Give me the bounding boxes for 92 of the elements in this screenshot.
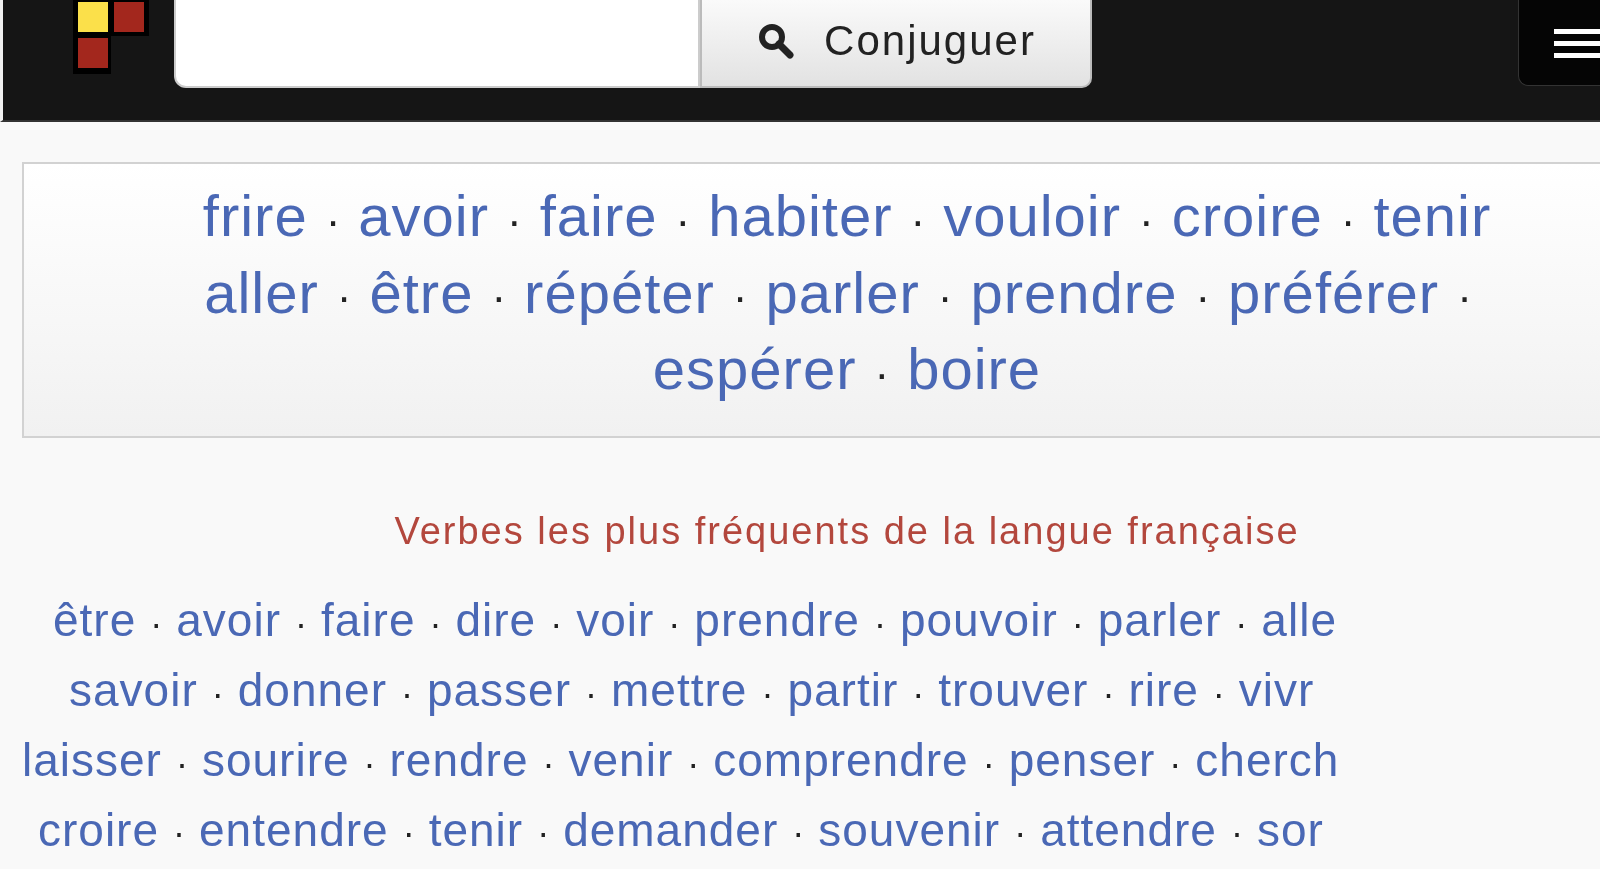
separator: · <box>585 672 598 714</box>
separator: · <box>336 272 352 322</box>
separator: · <box>175 742 188 784</box>
separator: · <box>363 742 376 784</box>
separator: · <box>173 812 186 854</box>
verb-link[interactable]: entendre <box>199 803 389 856</box>
separator: · <box>507 195 522 245</box>
separator: · <box>1139 195 1154 245</box>
verb-link[interactable]: aller <box>204 259 319 325</box>
separator: · <box>1102 672 1115 714</box>
verb-link[interactable]: venir <box>568 733 674 786</box>
separator: · <box>910 195 926 245</box>
separator: · <box>1230 812 1243 854</box>
verb-link[interactable]: répéter <box>524 259 715 325</box>
verb-link[interactable]: espérer <box>652 336 857 402</box>
verb-link[interactable]: faire <box>321 594 416 646</box>
verb-link[interactable]: avoir <box>358 183 490 248</box>
verb-link[interactable]: préférer <box>1228 259 1440 325</box>
separator: · <box>912 672 925 714</box>
separator: · <box>1169 742 1182 784</box>
verb-link[interactable]: croire <box>38 803 160 856</box>
logo-icon[interactable] <box>73 0 149 74</box>
menu-button[interactable] <box>1518 0 1600 86</box>
verb-link[interactable]: avoir <box>176 594 281 646</box>
verb-link[interactable]: attendre <box>1040 803 1217 856</box>
verb-link[interactable]: boire <box>907 336 1042 402</box>
separator: · <box>542 742 555 784</box>
verb-link[interactable]: frire <box>202 183 308 248</box>
verb-link[interactable]: souvenir <box>818 803 1001 856</box>
verb-link[interactable]: demander <box>563 803 779 856</box>
verb-link[interactable]: sourire <box>201 733 350 786</box>
separator: · <box>295 602 307 644</box>
separator: · <box>1235 602 1248 644</box>
separator: · <box>732 272 748 322</box>
separator: · <box>491 272 507 322</box>
separator: · <box>550 602 563 644</box>
separator: · <box>761 672 774 714</box>
separator: · <box>982 742 995 784</box>
verb-link[interactable]: prendre <box>970 259 1178 325</box>
verb-link[interactable]: trouver <box>938 663 1089 716</box>
separator: · <box>874 349 890 398</box>
verb-link[interactable]: mettre <box>611 663 748 716</box>
separator: · <box>325 195 341 245</box>
separator: · <box>937 272 953 322</box>
verb-link[interactable]: parler <box>1097 594 1222 646</box>
separator: · <box>400 672 413 714</box>
verb-link[interactable]: cherch <box>1195 733 1340 786</box>
separator: · <box>211 672 224 714</box>
verb-link[interactable]: alle <box>1261 594 1337 646</box>
separator: · <box>1014 812 1027 854</box>
separator: · <box>1340 195 1356 245</box>
separator: · <box>1212 672 1225 714</box>
verb-link[interactable]: faire <box>539 183 658 248</box>
verb-link[interactable]: rire <box>1128 663 1199 716</box>
separator: · <box>1195 272 1211 322</box>
verb-link[interactable]: prendre <box>694 594 860 646</box>
verb-link[interactable]: sor <box>1256 803 1324 856</box>
verb-link[interactable]: dire <box>455 594 537 646</box>
separator: · <box>792 812 805 854</box>
verb-link[interactable]: croire <box>1171 183 1323 248</box>
separator: · <box>537 812 550 854</box>
verb-link[interactable]: tenir <box>1373 183 1492 248</box>
verb-link[interactable]: parler <box>765 259 920 325</box>
search-field[interactable] <box>174 0 700 88</box>
verb-link[interactable]: vivr <box>1238 663 1315 716</box>
search-icon <box>756 21 797 61</box>
verb-link[interactable]: voir <box>576 594 655 646</box>
verb-link[interactable]: habiter <box>708 183 893 248</box>
separator: · <box>1457 272 1472 322</box>
verb-link[interactable]: laisser <box>22 733 162 786</box>
verb-link[interactable]: comprendre <box>713 733 969 786</box>
conjugate-button[interactable]: Conjuguer <box>700 0 1092 88</box>
verb-link[interactable]: savoir <box>69 663 198 716</box>
separator: · <box>687 742 700 784</box>
separator: · <box>429 602 442 644</box>
separator: · <box>675 195 691 245</box>
verb-link[interactable]: donner <box>237 663 387 716</box>
separator: · <box>402 812 415 854</box>
verb-link[interactable]: être <box>53 594 137 646</box>
verb-link[interactable]: rendre <box>389 733 529 786</box>
separator: · <box>668 602 681 644</box>
verb-link[interactable]: être <box>369 259 474 325</box>
separator: · <box>1071 602 1084 644</box>
separator: · <box>150 602 163 644</box>
verb-link[interactable]: partir <box>787 663 899 716</box>
verb-link[interactable]: passer <box>426 663 572 716</box>
verb-link[interactable]: tenir <box>428 803 524 856</box>
verb-link[interactable]: pouvoir <box>899 594 1058 646</box>
verb-link[interactable]: penser <box>1008 733 1156 786</box>
verb-link[interactable]: vouloir <box>943 183 1122 248</box>
section-title: Verbes les plus fréquents de la langue française <box>393 510 1301 553</box>
separator: · <box>873 602 886 644</box>
